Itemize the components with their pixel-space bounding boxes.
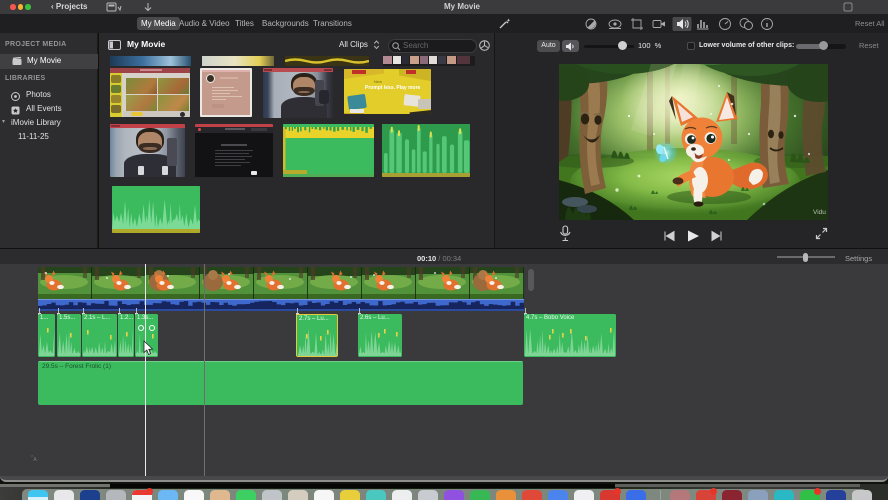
svg-text:Vidu: Vidu bbox=[813, 209, 826, 216]
